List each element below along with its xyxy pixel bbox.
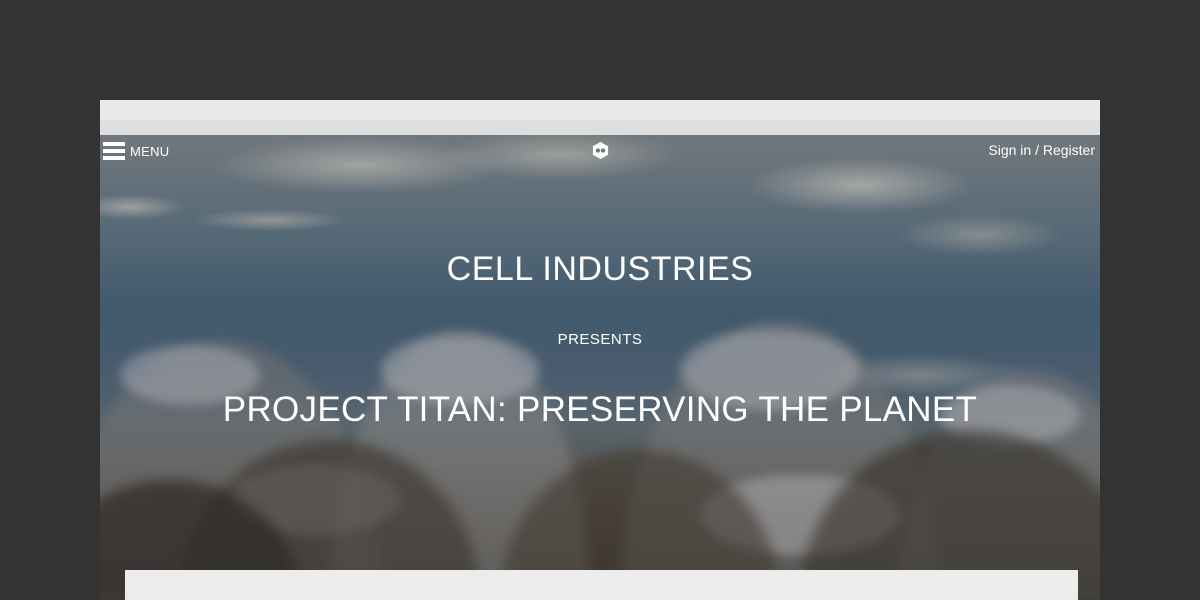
cell-logo-icon[interactable] [591,141,610,160]
hamburger-icon [103,142,125,160]
menu-label: MENU [130,143,170,159]
hero-section: MENU Sign in / Register CELL INDUSTRIES … [100,135,1100,600]
content-card [125,570,1078,600]
presents-label: PRESENTS [557,331,643,348]
hero-overlay [100,135,1100,600]
browser-window: MENU Sign in / Register CELL INDUSTRIES … [100,100,1100,600]
browser-toolbar [100,120,1100,135]
browser-top-bar [100,100,1100,120]
browser-chrome [100,100,1100,135]
hero-headline: PROJECT TITAN: PRESERVING THE PLANET [222,390,978,429]
brand-title: CELL INDUSTRIES [446,250,754,288]
sign-in-register-link[interactable]: Sign in / Register [988,142,1095,158]
menu-button[interactable]: MENU [103,141,169,161]
